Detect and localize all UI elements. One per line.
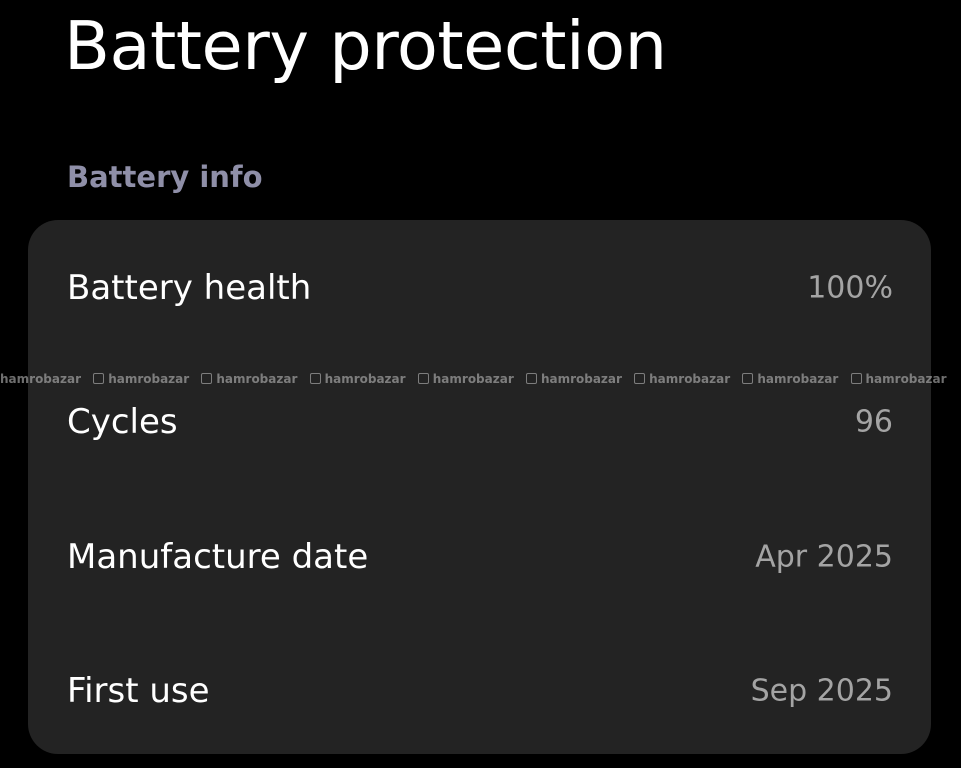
battery-info-card: Battery health 100% Cycles 96 Manufactur… (28, 220, 931, 754)
watermark-text: hamrobazar (201, 368, 297, 390)
watermark-logo-icon (850, 373, 862, 384)
watermark-label: hamrobazar (432, 372, 514, 386)
watermark-logo-icon (201, 373, 213, 384)
watermark-strip: hamrobazar hamrobazar hamrobazar hamroba… (0, 368, 961, 390)
watermark-text: hamrobazar (742, 368, 838, 390)
section-header-battery-info: Battery info (67, 160, 263, 194)
watermark-text: hamrobazar (417, 368, 514, 390)
watermark-label: hamrobazar (757, 372, 839, 386)
watermark-label: hamrobazar (865, 372, 947, 386)
watermark-logo-icon (634, 373, 646, 384)
watermark-logo-icon (417, 373, 429, 384)
watermark-text: hamrobazar (525, 368, 622, 390)
watermark-label: hamrobazar (540, 372, 622, 386)
battery-health-row[interactable]: Battery health 100% (28, 238, 931, 338)
first-use-row[interactable]: First use Sep 2025 (28, 641, 931, 741)
watermark-label: hamrobazar (324, 372, 406, 386)
manufacture-date-value: Apr 2025 (755, 539, 893, 575)
watermark-text: hamrobazar (309, 368, 406, 390)
first-use-label: First use (67, 671, 210, 711)
battery-protection-screen: Battery protection Battery info Battery … (0, 0, 961, 768)
first-use-value: Sep 2025 (750, 673, 893, 709)
watermark-label: hamrobazar (0, 372, 81, 386)
watermark-logo-icon (93, 373, 105, 384)
manufacture-date-row[interactable]: Manufacture date Apr 2025 (28, 507, 931, 607)
manufacture-date-label: Manufacture date (67, 537, 369, 577)
cycles-value: 96 (854, 404, 893, 440)
watermark-logo-icon (525, 373, 537, 384)
page-title: Battery protection (64, 7, 667, 85)
watermark-text: hamrobazar (0, 368, 81, 390)
watermark-label: hamrobazar (649, 372, 731, 386)
watermark-text: hamrobazar (634, 368, 730, 390)
watermark-logo-icon (742, 373, 754, 384)
watermark-text: hamrobazar (850, 368, 947, 390)
battery-health-value: 100% (807, 270, 893, 306)
cycles-label: Cycles (67, 402, 178, 442)
battery-health-label: Battery health (67, 268, 312, 308)
watermark-logo-icon (309, 373, 321, 384)
watermark-label: hamrobazar (108, 372, 190, 386)
watermark-label: hamrobazar (216, 372, 298, 386)
watermark-text: hamrobazar (93, 368, 189, 390)
